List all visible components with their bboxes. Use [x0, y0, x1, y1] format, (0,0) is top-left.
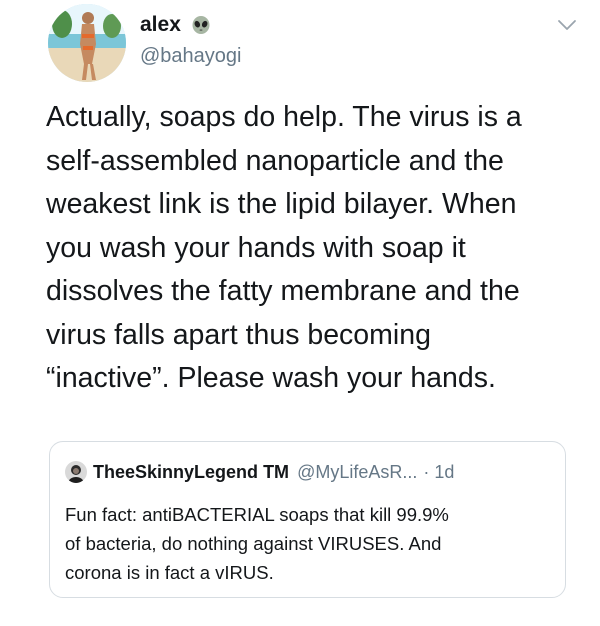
tweet-text: Actually, soaps do help. The virus is a … [46, 96, 586, 401]
chevron-down-icon[interactable] [556, 14, 578, 36]
quoted-tweet[interactable]: TheeSkinnyLegend TM @MyLifeAsR... · 1d F… [49, 441, 566, 598]
tweet-text-line: Actually, soaps do help. The virus is a [46, 101, 522, 133]
tweet-text-line: weakest link is the lipid bilayer. When [46, 188, 517, 220]
quoted-tweet-text-line: corona is in fact a vIRUS. [65, 562, 274, 583]
tweet-header: alex @bahayogi [48, 4, 578, 84]
author-avatar[interactable] [48, 4, 126, 82]
tweet-text-line: dissolves the fatty membrane and the [46, 275, 520, 307]
quoted-author-name-suffix: TM [263, 461, 290, 482]
author-info: alex @bahayogi [140, 12, 241, 68]
author-handle[interactable]: @bahayogi [140, 44, 241, 68]
author-display-name[interactable]: alex [140, 12, 181, 38]
tweet-text-line: self-assembled nanoparticle and the [46, 144, 504, 177]
avatar-photo-icon [48, 4, 126, 82]
quoted-tweet-text-line: of bacteria, do nothing against VIRUSES.… [65, 533, 442, 554]
quoted-tweet-time[interactable]: · 1d [423, 462, 454, 483]
quoted-tweet-text: Fun fact: antiBACTERIAL soaps that kill … [65, 500, 555, 587]
tweet-text-line: you wash your hands with soap it [46, 231, 466, 264]
tweet-card: alex @bahayogi Actually, soaps do help. … [0, 0, 600, 626]
quoted-tweet-header: TheeSkinnyLegend TM @MyLifeAsR... · 1d [65, 460, 454, 484]
alien-face-icon [192, 16, 210, 34]
quoted-tweet-text-line: Fun fact: antiBACTERIAL soaps that kill … [65, 504, 449, 525]
quoted-author-handle[interactable]: @MyLifeAsR... [297, 462, 417, 483]
tweet-text-line: virus falls apart thus becoming [46, 318, 431, 351]
tweet-text-line: “inactive”. Please wash your hands. [46, 362, 496, 394]
quoted-author-avatar[interactable] [65, 461, 87, 483]
quoted-author-display-name[interactable]: TheeSkinnyLegend TM [93, 462, 289, 483]
quoted-author-name-text: TheeSkinnyLegend [93, 461, 259, 482]
quoted-avatar-photo-icon [65, 461, 87, 483]
